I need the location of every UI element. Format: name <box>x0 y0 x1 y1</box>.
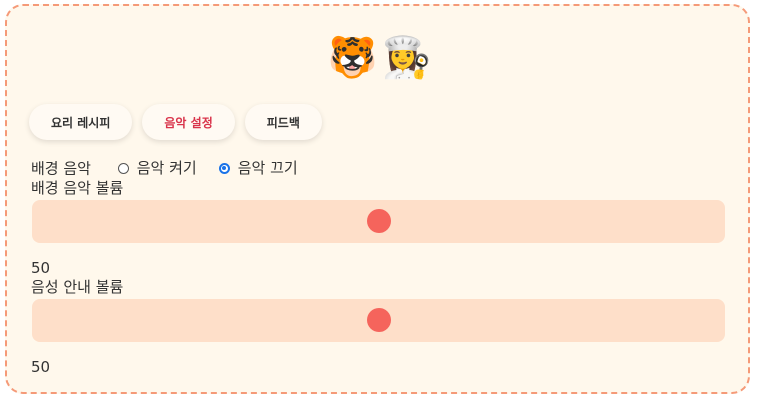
bgm-off-label: 음악 끄기 <box>237 159 298 177</box>
tab-bar: 요리 레시피 음악 설정 피드백 <box>29 104 322 140</box>
tiger-cat-face-icon: 🐯 <box>327 35 378 81</box>
bgm-off-radio[interactable] <box>218 162 230 174</box>
bgm-volume-label: 배경 음악 볼륨 <box>31 179 124 197</box>
bgm-toggle-row: 배경 음악 음악 켜기 음악 끄기 <box>31 158 298 179</box>
bgm-on-option[interactable]: 음악 켜기 <box>117 158 197 178</box>
bgm-label: 배경 음악 <box>31 159 91 178</box>
mascot-row: 🐯 👩‍🍳 <box>7 34 748 82</box>
tab-feedback[interactable]: 피드백 <box>244 104 322 140</box>
voice-volume-slider[interactable] <box>32 299 725 342</box>
bgm-radio-group: 음악 켜기 음악 끄기 <box>96 158 298 178</box>
chef-icon: 👩‍🍳 <box>381 35 432 81</box>
bgm-volume-value: 50 <box>31 259 51 277</box>
bgm-on-label: 음악 켜기 <box>136 159 197 177</box>
tab-recipes[interactable]: 요리 레시피 <box>29 104 133 140</box>
voice-volume-slider-thumb[interactable] <box>366 308 391 332</box>
bgm-on-radio[interactable] <box>117 162 129 174</box>
bgm-volume-slider-thumb[interactable] <box>366 209 391 233</box>
music-settings-panel: 🐯 👩‍🍳 요리 레시피 음악 설정 피드백 배경 음악 음악 켜기 음악 끄기… <box>5 4 750 394</box>
voice-volume-label: 음성 안내 볼륨 <box>31 278 124 296</box>
tab-music-settings[interactable]: 음악 설정 <box>142 104 235 140</box>
bgm-off-option[interactable]: 음악 끄기 <box>218 158 298 178</box>
voice-volume-value: 50 <box>31 358 51 376</box>
bgm-volume-slider[interactable] <box>32 200 725 243</box>
